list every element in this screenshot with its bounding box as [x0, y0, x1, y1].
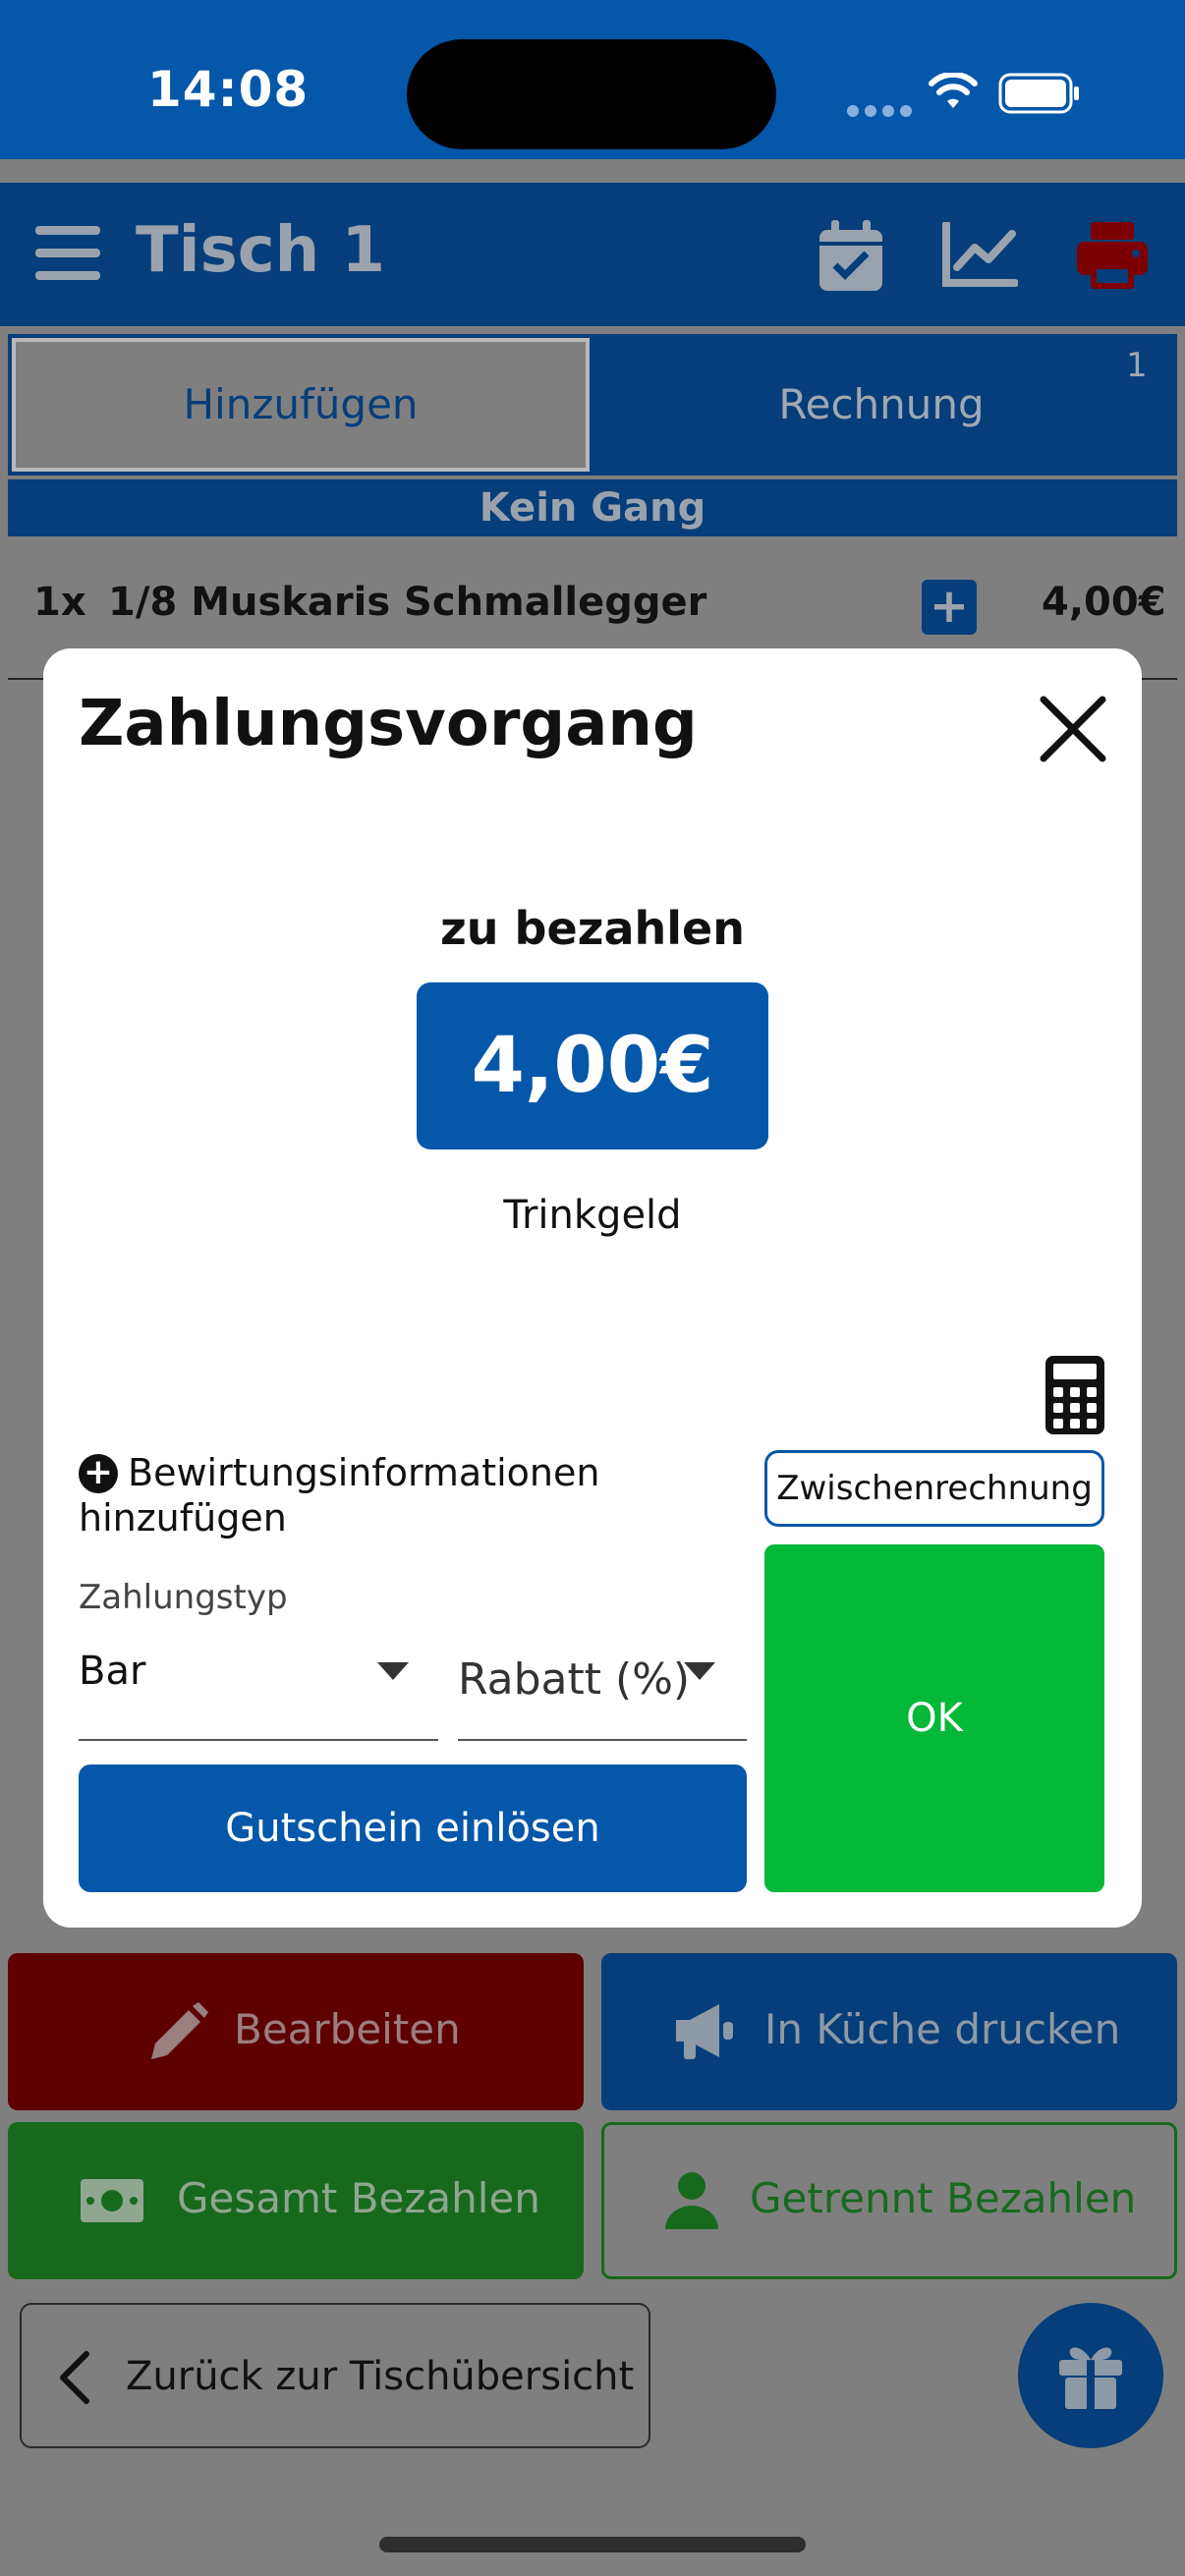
pay-split-button[interactable]: Getrennt Bezahlen: [601, 2122, 1177, 2279]
printer-icon[interactable]: [1075, 220, 1150, 291]
calculator-icon[interactable]: [1044, 1354, 1106, 1436]
chart-line-icon[interactable]: [941, 222, 1018, 289]
payment-type-underline: [79, 1739, 438, 1741]
chevron-down-icon[interactable]: [377, 1662, 409, 1680]
tab-add[interactable]: Hinzufügen: [12, 338, 590, 472]
interim-bill-button[interactable]: Zwischenrechnung: [764, 1450, 1104, 1527]
page-title: Tisch 1: [136, 214, 385, 287]
home-indicator: [379, 2537, 806, 2552]
chevron-down-icon[interactable]: [684, 1662, 715, 1680]
item-quantity: 1x: [33, 580, 86, 625]
gift-button[interactable]: [1018, 2303, 1163, 2448]
calendar-check-icon[interactable]: [818, 218, 884, 293]
pencil-icon: [151, 2002, 208, 2059]
edit-label: Bearbeiten: [234, 2005, 461, 2053]
user-icon: [665, 2172, 718, 2229]
item-price: 4,00€: [1042, 580, 1166, 625]
header-gap: [0, 159, 1185, 183]
back-to-tables-button[interactable]: Zurück zur Tischübersicht: [20, 2303, 650, 2448]
amount-due-label: zu bezahlen: [440, 902, 745, 955]
wifi-icon: [929, 73, 978, 108]
menu-icon[interactable]: [33, 222, 102, 283]
gift-icon: [1059, 2347, 1122, 2409]
battery-icon: [998, 73, 1079, 114]
print-kitchen-label: In Küche drucken: [764, 2005, 1121, 2053]
money-icon: [81, 2179, 143, 2222]
payment-type-select[interactable]: Bar: [79, 1649, 145, 1694]
tab-bill[interactable]: Rechnung: [590, 338, 1173, 472]
add-hospitality-info-link[interactable]: Bewirtungsinformationen hinzufügen: [79, 1450, 707, 1540]
discount-select[interactable]: Rabatt (%): [458, 1654, 690, 1705]
tip-label[interactable]: Trinkgeld: [0, 1193, 1185, 1238]
megaphone-icon: [676, 2004, 733, 2059]
pay-split-label: Getrennt Bezahlen: [750, 2174, 1137, 2222]
add-item-button[interactable]: +: [922, 580, 977, 635]
print-kitchen-button[interactable]: In Küche drucken: [601, 1953, 1177, 2110]
edit-button[interactable]: Bearbeiten: [8, 1953, 584, 2110]
pay-total-button[interactable]: Gesamt Bezahlen: [8, 2122, 584, 2279]
bill-count-badge: 1: [1126, 346, 1148, 385]
discount-underline: [458, 1739, 747, 1741]
status-time: 14:08: [147, 61, 310, 118]
amount-due: 4,00€: [417, 982, 768, 1149]
back-label: Zurück zur Tischübersicht: [126, 2354, 635, 2399]
payment-type-label: Zahlungstyp: [79, 1578, 288, 1617]
redeem-voucher-button[interactable]: Gutschein einlösen: [79, 1764, 747, 1892]
course-bar: Kein Gang: [8, 479, 1177, 536]
item-name: 1/8 Muskaris Schmallegger: [108, 580, 707, 625]
chevron-left-icon: [60, 2351, 89, 2404]
close-icon[interactable]: [1034, 690, 1112, 768]
dialog-title: Zahlungsvorgang: [79, 688, 698, 760]
cellular-signal-icon: [847, 102, 918, 121]
dynamic-island: [407, 39, 776, 149]
pay-total-label: Gesamt Bezahlen: [177, 2174, 540, 2222]
ok-button[interactable]: OK: [764, 1544, 1104, 1892]
